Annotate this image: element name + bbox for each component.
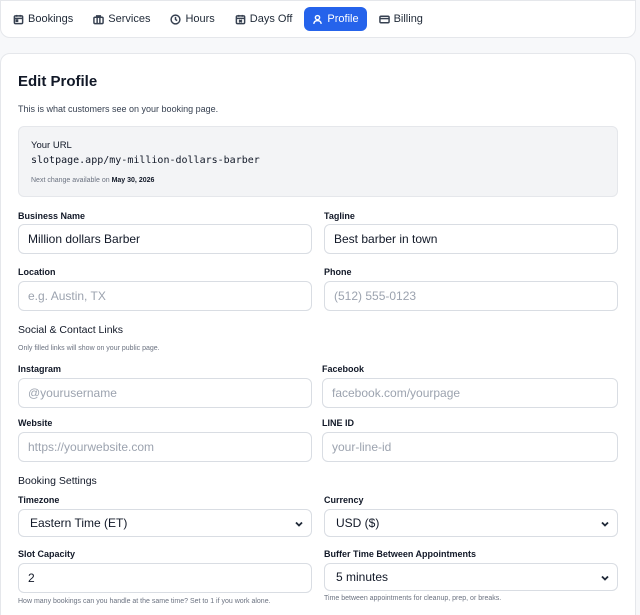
location-label: Location — [18, 267, 56, 277]
page-subtitle: This is what customers see on your booki… — [18, 104, 219, 114]
line-id-label: LINE ID — [322, 418, 355, 428]
tab-label: Hours — [185, 13, 215, 25]
tagline-label: Tagline — [324, 211, 355, 221]
url-value: slotpage.app/my-million-dollars-barber — [31, 155, 260, 166]
page-title: Edit Profile — [18, 73, 98, 90]
slot-capacity-helper: How many bookings can you handle at the … — [18, 598, 271, 605]
business-name-input[interactable]: Million dollars Barber — [18, 224, 312, 254]
location-input[interactable]: e.g. Austin, TX — [18, 281, 312, 311]
tab-label: Billing — [393, 13, 423, 25]
buffer-time-helper: Time between appointments for cleanup, p… — [324, 595, 502, 602]
user-icon — [313, 14, 323, 24]
tab-label: Bookings — [28, 13, 74, 25]
url-note-prefix: Next change available on — [31, 177, 110, 184]
chevron-down-icon — [601, 575, 609, 581]
url-box: Your URL slotpage.app/my-million-dollars… — [18, 126, 618, 197]
line-id-input[interactable]: your-line-id — [322, 432, 618, 462]
tab-profile[interactable]: Profile — [304, 7, 367, 31]
currency-label: Currency — [324, 495, 364, 505]
tab-label: Services — [108, 13, 151, 25]
facebook-input[interactable]: facebook.com/yourpage — [322, 378, 618, 408]
timezone-value: Eastern Time (ET) — [30, 516, 128, 530]
tab-days-off[interactable]: Days Off — [227, 7, 301, 31]
social-section-title: Social & Contact Links — [18, 324, 124, 336]
business-name-label: Business Name — [18, 211, 86, 221]
currency-value: USD ($) — [336, 516, 380, 530]
tab-label: Days Off — [249, 13, 293, 25]
website-input[interactable]: https://yourwebsite.com — [18, 432, 312, 462]
phone-label: Phone — [324, 267, 352, 277]
clock-icon — [170, 13, 182, 25]
timezone-select[interactable]: Eastern Time (ET) — [18, 509, 312, 537]
tab-services[interactable]: Services — [85, 7, 158, 31]
buffer-time-select[interactable]: 5 minutes — [324, 563, 618, 591]
booking-section-title: Booking Settings — [18, 475, 97, 487]
instagram-input[interactable]: @yourusername — [18, 378, 312, 408]
calendar-icon — [13, 14, 24, 24]
slot-capacity-input[interactable]: 2 — [18, 563, 312, 593]
phone-input[interactable]: (512) 555-0123 — [324, 281, 618, 311]
nav-tabs: Bookings Services Hours Days Off Profile… — [0, 0, 636, 38]
chevron-down-icon — [295, 521, 303, 527]
tab-label: Profile — [327, 13, 359, 25]
calendar-off-icon — [235, 14, 246, 24]
buffer-time-label: Buffer Time Between Appointments — [324, 549, 477, 559]
slot-capacity-label: Slot Capacity — [18, 549, 76, 559]
buffer-time-value: 5 minutes — [336, 570, 389, 584]
url-label: Your URL — [31, 140, 72, 151]
timezone-label: Timezone — [18, 495, 60, 505]
tagline-input[interactable]: Best barber in town — [324, 224, 618, 254]
url-change-note: Next change available on May 30, 2026 — [31, 177, 154, 184]
instagram-label: Instagram — [18, 364, 62, 374]
currency-select[interactable]: USD ($) — [324, 509, 618, 537]
chevron-down-icon — [601, 521, 609, 527]
tab-hours[interactable]: Hours — [162, 7, 222, 31]
briefcase-icon — [93, 14, 105, 24]
social-helper: Only filled links will show on your publ… — [18, 345, 160, 352]
tab-bookings[interactable]: Bookings — [5, 7, 81, 31]
tab-billing[interactable]: Billing — [371, 7, 431, 31]
url-note-date: May 30, 2026 — [111, 177, 155, 184]
facebook-label: Facebook — [322, 364, 365, 374]
credit-card-icon — [378, 15, 390, 23]
website-label: Website — [18, 418, 53, 428]
